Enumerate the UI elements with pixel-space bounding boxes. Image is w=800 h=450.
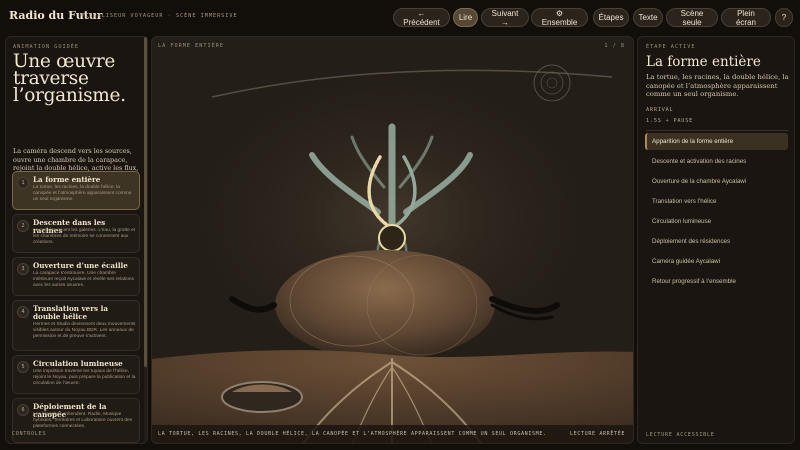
step-number: 2: [17, 220, 29, 232]
step-card-5[interactable]: 5 Circulation lumineuse Une impulsion tr…: [12, 355, 140, 394]
active-step-description: La tortue, les racines, la double hélice…: [646, 73, 789, 99]
ensemble-button[interactable]: ⚙ Ensemble: [531, 8, 588, 27]
active-step-title: La forme entière: [646, 54, 761, 70]
step-description: Les branches s’étendent. Radio, Musique …: [33, 412, 133, 429]
step-number: 4: [17, 306, 29, 318]
sequence-item-2[interactable]: Descente et activation des racines: [645, 153, 788, 170]
controls-footer[interactable]: CONTROLES: [12, 431, 46, 437]
steps-scrollbar-thumb[interactable]: [144, 37, 147, 367]
step-description: Une impulsion traverse les tuyaux de l’h…: [33, 369, 136, 386]
active-step-timing: 1.5S + PAUSE: [646, 118, 694, 124]
step-title: Ouverture d’une écaille: [33, 261, 128, 270]
divider: [646, 130, 788, 131]
scene-only-button[interactable]: Scène seule: [666, 8, 718, 27]
guided-animation-panel: ANIMATION GUIDÉE Une œuvre traverse l’or…: [5, 36, 148, 444]
step-description: La carapace s’entrouvre. Une chambre int…: [33, 271, 134, 288]
step-card-3[interactable]: 3 Ouverture d’une écaille La carapace s’…: [12, 257, 140, 296]
step-number: 1: [17, 177, 29, 189]
sequence-item-3[interactable]: Ouverture de la chambre Aycalawi: [645, 173, 788, 190]
active-step-panel: ÉTAPE ACTIVE La forme entière La tortue,…: [637, 36, 795, 444]
step-description: Hermes et Studio deviennent deux mouveme…: [33, 322, 136, 339]
sequence-item-5[interactable]: Circulation lumineuse: [645, 213, 788, 230]
step-title: La forme entière: [33, 175, 101, 184]
playback-status: LECTURE ARRÊTÉE: [569, 431, 625, 437]
stage-label: LA FORME ENTIÈRE: [158, 43, 224, 49]
step-number: 5: [17, 361, 29, 373]
sequence-item-6[interactable]: Déploiement des résidences: [645, 233, 788, 250]
turtle-shell: [275, 250, 495, 360]
fullscreen-button[interactable]: Plein écran: [721, 8, 771, 27]
step-number: 3: [17, 263, 29, 275]
top-bar: Radio du Futur VISUALISEUR VOYAGEUR · SC…: [0, 0, 800, 34]
panel-kicker: ANIMATION GUIDÉE: [13, 44, 79, 50]
active-step-kicker: ÉTAPE ACTIVE: [646, 44, 696, 50]
organism-scene: [152, 37, 633, 443]
panel-headline: Une œuvre traverse l’organisme.: [13, 51, 126, 106]
sequence-item-8[interactable]: Retour progressif à l’ensemble: [645, 273, 788, 290]
accessible-reading-link[interactable]: LECTURE ACCESSIBLE: [646, 432, 715, 438]
sequence-item-7[interactable]: Caméra guidée Aycalawi: [645, 253, 788, 270]
step-counter: 1 / 8: [604, 43, 625, 49]
active-step-label: ARRIVAL: [646, 107, 674, 113]
step-card-1[interactable]: 1 La forme entière La tortue, les racine…: [12, 171, 140, 210]
text-button[interactable]: Texte: [633, 8, 663, 27]
stage-caption: LA TORTUE, LES RACINES, LA DOUBLE HÉLICE…: [158, 431, 547, 437]
step-description: La tortue, les racines, la double hélice…: [33, 185, 132, 202]
step-title: Translation vers la double hélice: [33, 304, 108, 321]
sequence-item-1[interactable]: Apparition de la forme entière: [645, 133, 788, 150]
step-card-2[interactable]: 2 Descente dans les racines La caméra re…: [12, 214, 140, 253]
sequence-item-4[interactable]: Translation vers l’hélice: [645, 193, 788, 210]
previous-button[interactable]: ← Précédent: [393, 8, 450, 27]
bdr-core: [378, 224, 406, 252]
steps-button[interactable]: Étapes: [593, 8, 629, 27]
play-button[interactable]: Lire: [453, 8, 478, 27]
step-description: La caméra rejoint les galeries. L’eau, l…: [33, 228, 136, 245]
step-card-4[interactable]: 4 Translation vers la double hélice Herm…: [12, 300, 140, 351]
next-button[interactable]: Suivant →: [481, 8, 529, 27]
step-title: Circulation lumineuse: [33, 359, 123, 368]
brand-subtitle: VISUALISEUR VOYAGEUR · SCÈNE IMMERSIVE: [81, 13, 238, 19]
scene-stage[interactable]: LA FORME ENTIÈRE 1 / 8 LA TORTUE, LES RA…: [151, 36, 634, 444]
step-number: 6: [17, 404, 29, 416]
help-button[interactable]: ?: [775, 8, 793, 27]
